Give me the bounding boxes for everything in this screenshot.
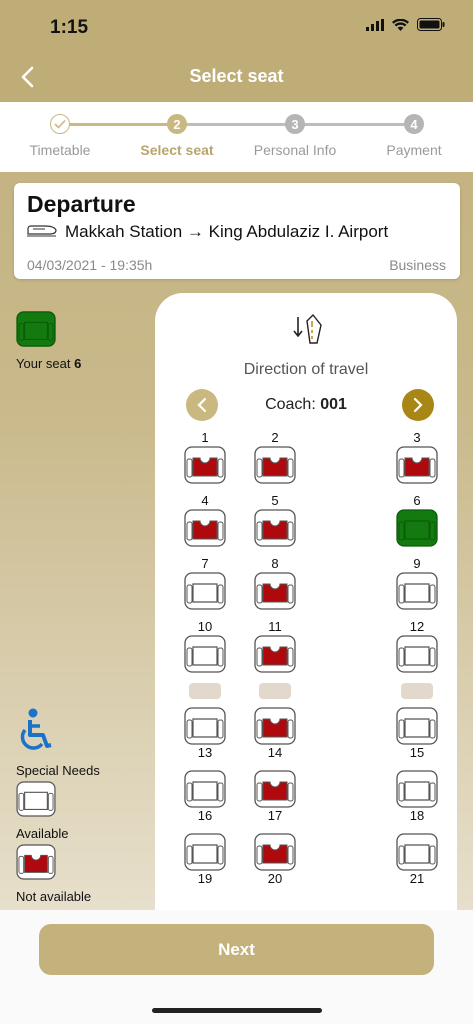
seat-number: 11 xyxy=(268,619,282,634)
page-title: Select seat xyxy=(189,66,284,86)
seat-5: 5 xyxy=(254,493,296,547)
seat-number: 4 xyxy=(201,493,209,508)
seat-number: 14 xyxy=(267,745,283,760)
progress-stepper: Timetable 2 Select seat 3 Personal Info … xyxy=(0,102,473,172)
checkmark-icon xyxy=(50,114,70,134)
step-label: Personal Info xyxy=(253,142,337,158)
seat-2: 2 xyxy=(254,430,296,484)
departure-card: Departure Makkah Station → King Abdulazi… xyxy=(14,183,460,279)
seat-21[interactable]: 21 xyxy=(396,833,438,886)
step-personal-info[interactable]: 3 Personal Info xyxy=(240,114,350,158)
seat-6[interactable]: 6 xyxy=(396,493,438,547)
seat-number: 2 xyxy=(271,430,279,445)
seat-13[interactable]: 13 xyxy=(184,707,226,760)
seat-number: 7 xyxy=(201,556,209,571)
seat-8: 8 xyxy=(254,556,296,610)
seat-19[interactable]: 19 xyxy=(184,833,226,886)
your-seat-number: 6 xyxy=(74,356,82,371)
seat-number: 13 xyxy=(197,745,213,760)
battery-icon xyxy=(417,18,445,36)
train-icon xyxy=(27,222,57,242)
seat-number: 16 xyxy=(197,808,213,823)
legend-not-available-label: Not available xyxy=(16,889,92,904)
seat-9[interactable]: 9 xyxy=(396,556,438,610)
legend-special-needs-label: Special Needs xyxy=(16,763,100,778)
row-divider xyxy=(401,683,433,699)
departure-datetime: 04/03/2021 - 19:35h xyxy=(27,257,153,273)
travel-class: Business xyxy=(389,257,446,273)
seat-12[interactable]: 12 xyxy=(396,619,438,673)
seat-7[interactable]: 7 xyxy=(184,556,226,610)
seat-map-panel[interactable]: Direction of travel Coach: 001 123456789… xyxy=(155,293,457,933)
legend-your-seat-label: Your seat 6 xyxy=(16,356,82,371)
signal-icon xyxy=(366,18,384,36)
legend-available-label: Available xyxy=(16,826,69,841)
step-label: Select seat xyxy=(140,142,214,158)
seat-number: 1 xyxy=(201,430,209,445)
card-title: Departure xyxy=(27,191,136,217)
seat-number: 10 xyxy=(197,619,213,634)
seat-number: 17 xyxy=(267,808,283,823)
seat-18[interactable]: 18 xyxy=(396,770,438,823)
wheelchair-icon xyxy=(16,708,54,758)
status-icons xyxy=(366,18,445,36)
available-seat-icon xyxy=(16,781,56,821)
seat-number: 3 xyxy=(413,430,421,445)
seat-17: 17 xyxy=(254,770,296,823)
legend-your-seat: Your seat 6 xyxy=(16,311,81,371)
route: Makkah Station → King Abdulaziz I. Airpo… xyxy=(27,222,388,242)
seat-number: 21 xyxy=(409,871,425,886)
direction-of-travel-icon xyxy=(293,313,323,347)
selected-seat-icon xyxy=(16,311,56,351)
status-time: 1:15 xyxy=(50,17,89,38)
step-timetable[interactable]: Timetable xyxy=(5,114,115,158)
row-divider xyxy=(189,683,221,699)
seat-3: 3 xyxy=(396,430,438,484)
route-text: Makkah Station → King Abdulaziz I. Airpo… xyxy=(65,222,389,241)
direction-of-travel-label: Direction of travel xyxy=(243,361,369,378)
seat-11: 11 xyxy=(254,619,296,673)
status-bar: 1:15 xyxy=(0,0,473,52)
legend-available: Available xyxy=(16,781,69,841)
legend-not-available: Not available xyxy=(16,844,91,904)
seat-10[interactable]: 10 xyxy=(184,619,226,673)
legend-special-needs: Special Needs xyxy=(16,708,100,778)
unavailable-seat-icon xyxy=(16,844,56,884)
step-label: Payment xyxy=(386,142,442,158)
wifi-icon xyxy=(392,18,409,36)
seat-20: 20 xyxy=(254,833,296,886)
next-button[interactable]: Next xyxy=(39,924,434,975)
seat-number: 18 xyxy=(409,808,425,823)
seat-15[interactable]: 15 xyxy=(396,707,438,760)
seat-number: 19 xyxy=(197,871,213,886)
step-number: 2 xyxy=(167,114,187,134)
home-indicator xyxy=(152,1008,322,1013)
navigation-header: Select seat xyxy=(0,52,473,102)
next-coach-button[interactable] xyxy=(402,389,434,421)
step-number: 3 xyxy=(285,114,305,134)
step-select-seat[interactable]: 2 Select seat xyxy=(122,114,232,158)
seat-number: 15 xyxy=(409,745,425,760)
seat-number: 12 xyxy=(409,619,425,634)
seat-number: 8 xyxy=(271,556,279,571)
row-divider xyxy=(259,683,291,699)
seat-4: 4 xyxy=(184,493,226,547)
step-payment[interactable]: 4 Payment xyxy=(359,114,469,158)
seat-16[interactable]: 16 xyxy=(184,770,226,823)
seat-14: 14 xyxy=(254,707,296,760)
bottom-bar: Next xyxy=(0,910,473,1024)
coach-number: 001 xyxy=(320,396,347,413)
seat-number: 20 xyxy=(267,871,283,886)
seat-number: 5 xyxy=(271,493,279,508)
step-label: Timetable xyxy=(29,142,91,158)
step-number: 4 xyxy=(404,114,424,134)
seat-1: 1 xyxy=(184,430,226,484)
seat-number: 9 xyxy=(413,556,421,571)
seat-number: 6 xyxy=(413,493,421,508)
